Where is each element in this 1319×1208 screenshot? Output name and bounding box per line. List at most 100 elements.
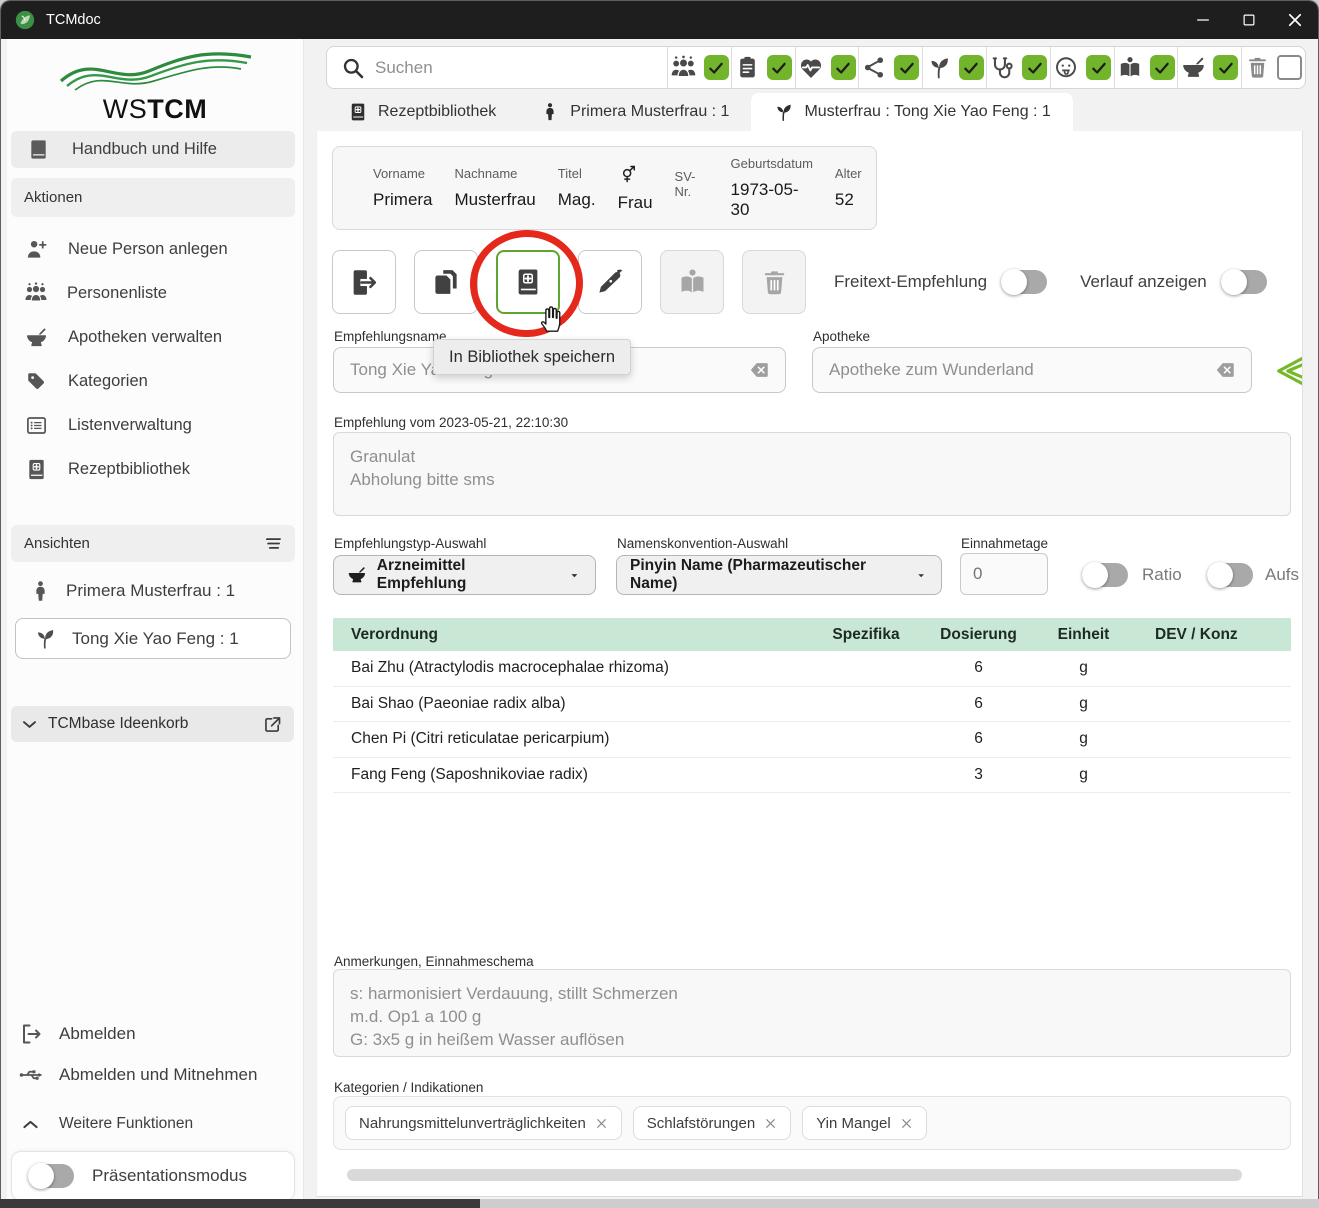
gender-icon (618, 164, 638, 184)
close-button[interactable] (1272, 1, 1318, 39)
sidebar-item-weitere-funktionen[interactable]: Weitere Funktionen (7, 1109, 303, 1139)
maximize-button[interactable] (1226, 1, 1272, 39)
filter-checkbox-persons[interactable] (704, 55, 729, 80)
toggle-label: Präsentationsmodus (92, 1166, 247, 1186)
check-icon (1217, 59, 1235, 77)
aufs-toggle[interactable] (1207, 563, 1253, 587)
external-link-icon[interactable] (262, 714, 283, 735)
filter-checkbox-plant[interactable] (959, 55, 984, 80)
cell-verordnung: Bai Shao (Paeoniae radix alba) (333, 695, 811, 713)
table-row[interactable]: Bai Zhu (Atractylodis macrocephalae rhiz… (333, 651, 1291, 687)
sidebar-item-abmelden-mitnehmen[interactable]: Abmelden und Mitnehmen (7, 1060, 303, 1090)
einnahmetage-input[interactable] (973, 554, 1035, 594)
maximize-icon (1240, 11, 1258, 29)
send-to-pharmacy-icon[interactable] (1272, 351, 1303, 391)
empfehlungstyp-dropdown[interactable]: Arzneimittel Empfehlung (333, 555, 596, 595)
view-item-tong-xie-yao-feng[interactable]: Tong Xie Yao Feng : 1 (15, 618, 291, 659)
sidebar-item-listenverwaltung[interactable]: Listenverwaltung (7, 410, 303, 440)
search-input[interactable] (375, 58, 625, 78)
einnahmetage-field (960, 553, 1048, 595)
freitext-label: Freitext-Empfehlung (834, 272, 987, 292)
mortar-pestle-icon (25, 326, 48, 349)
empfehlung-textarea[interactable]: Granulat Abholung bitte sms (333, 432, 1291, 516)
tab-musterfrau-tong-xie-yao-feng[interactable]: Musterfrau : Tong Xie Yao Feng : 1 (751, 93, 1072, 131)
check-icon (1090, 59, 1108, 77)
filter-checkbox-reading[interactable] (1150, 55, 1175, 80)
anmerkungen-textarea[interactable]: s: harmonisiert Verdauung, stillt Schmer… (333, 969, 1291, 1057)
minimize-button[interactable] (1180, 1, 1226, 39)
filter-checkbox-face[interactable] (1086, 55, 1111, 80)
check-icon (962, 59, 980, 77)
ratio-toggle[interactable] (1082, 563, 1128, 587)
filter-checkbox-share[interactable] (894, 55, 919, 80)
horizontal-scrollbar[interactable] (347, 1169, 1242, 1181)
clear-apotheke-icon[interactable] (1212, 359, 1239, 381)
people-group-icon (24, 281, 48, 305)
table-row[interactable]: Bai Shao (Paeoniae radix alba) 6 g (333, 687, 1291, 723)
praesentationsmodus-toggle[interactable] (28, 1164, 74, 1188)
ideenkorb-label: TCMbase Ideenkorb (48, 715, 188, 733)
remove-chip-icon[interactable] (595, 1117, 608, 1130)
tcmbase-ideenkorb-bar[interactable]: TCMbase Ideenkorb (11, 706, 294, 742)
tab-primera-musterfrau[interactable]: Primera Musterfrau : 1 (518, 93, 751, 131)
check-icon (770, 59, 788, 77)
chevron-up-icon (20, 1114, 41, 1135)
kategorie-chip: Nahrungsmittelunverträglichkeiten (345, 1106, 622, 1140)
sidebar-item-label: Rezeptbibliothek (68, 460, 190, 479)
wstcm-logo-text: WSTCM (7, 94, 303, 125)
patient-field-geschlecht: Frau (618, 164, 653, 213)
apotheke-input[interactable] (829, 360, 1212, 380)
book-plus-icon (25, 458, 48, 481)
kategorien-chips-container[interactable]: Nahrungsmittelunverträglichkeiten Schlaf… (333, 1096, 1291, 1150)
filter-checkbox-mortar[interactable] (1213, 55, 1238, 80)
sidebar-item-neue-person[interactable]: Neue Person anlegen (7, 234, 303, 264)
clear-empfehlungsname-icon[interactable] (746, 359, 773, 381)
freitext-toggle[interactable] (1001, 270, 1047, 294)
table-row[interactable]: Fang Feng (Saposhnikoviae radix) 3 g (333, 758, 1291, 794)
remove-chip-icon[interactable] (900, 1117, 913, 1130)
usb-icon (18, 1062, 44, 1088)
anmerkungen-label: Anmerkungen, Einnahmeschema (334, 954, 534, 969)
dropdown-value: Pinyin Name (Pharmazeutischer Name) (630, 557, 904, 593)
patient-field-alter: Alter 52 (835, 166, 862, 210)
book-icon (27, 138, 50, 161)
sidebar-item-abmelden[interactable]: Abmelden (7, 1019, 303, 1049)
view-item-primera-musterfrau[interactable]: Primera Musterfrau : 1 (7, 576, 303, 606)
copy-recommendation-button[interactable] (414, 250, 478, 314)
filter-group-reading (1114, 47, 1178, 88)
view-item-label: Tong Xie Yao Feng : 1 (72, 629, 239, 649)
filter-checkbox-stethoscope[interactable] (1022, 55, 1047, 80)
verlauf-toggle[interactable] (1221, 270, 1267, 294)
patient-field-titel: Titel Mag. (558, 166, 596, 210)
section-header-label: Ansichten (24, 535, 90, 552)
filter-checkbox-trash[interactable] (1277, 55, 1302, 80)
cell-dosierung: 3 (921, 766, 1036, 784)
person-reading-icon (677, 267, 708, 298)
kategorie-chip: Schlafstörungen (633, 1106, 791, 1140)
sign-recommendation-button[interactable] (578, 250, 642, 314)
sidebar-item-apotheken[interactable]: Apotheken verwalten (7, 322, 303, 352)
sidebar-item-kategorien[interactable]: Kategorien (7, 366, 303, 396)
cell-dosierung: 6 (921, 695, 1036, 713)
tab-rezeptbibliothek[interactable]: Rezeptbibliothek (326, 93, 518, 131)
empfehlungstyp-label: Empfehlungstyp-Auswahl (334, 536, 486, 551)
open-in-library-button[interactable] (660, 250, 724, 314)
chevron-down-icon (20, 715, 39, 734)
filter-lines-icon[interactable] (260, 533, 285, 554)
sidebar-item-personenliste[interactable]: Personenliste (7, 278, 303, 308)
filter-group-stethoscope (986, 47, 1050, 88)
namenskonvention-dropdown[interactable]: Pinyin Name (Pharmazeutischer Name) (616, 555, 942, 595)
sidebar-item-label: Apotheken verwalten (68, 328, 222, 347)
filter-checkbox-heart[interactable] (831, 55, 856, 80)
filter-checkbox-clipboard[interactable] (767, 55, 792, 80)
delete-recommendation-button[interactable] (742, 250, 806, 314)
verordnung-table: Verordnung Spezifika Dosierung Einheit D… (333, 618, 1291, 793)
table-row[interactable]: Chen Pi (Citri reticulatae pericarpium) … (333, 722, 1291, 758)
sidebar-item-rezeptbibliothek[interactable]: Rezeptbibliothek (7, 454, 303, 484)
wstcm-logo-wave (55, 49, 255, 93)
sidebar-item-handbuch[interactable]: Handbuch und Hilfe (11, 131, 295, 168)
app-logo-icon (14, 9, 36, 31)
verlauf-label: Verlauf anzeigen (1080, 272, 1207, 292)
remove-chip-icon[interactable] (764, 1117, 777, 1130)
export-recommendation-button[interactable] (332, 250, 396, 314)
